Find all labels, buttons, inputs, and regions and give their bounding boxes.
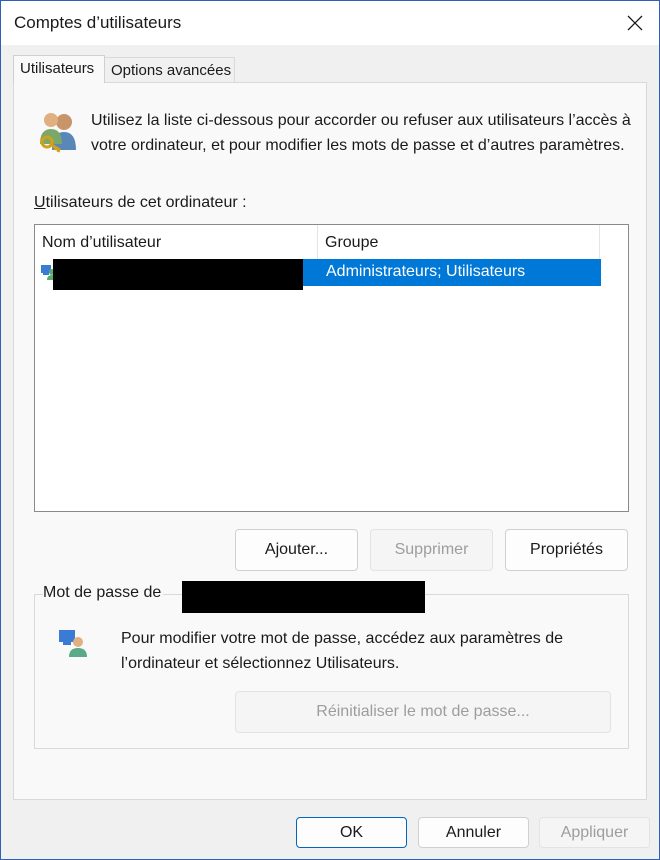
remove-user-button[interactable]: Supprimer	[370, 529, 493, 571]
apply-button-label: Appliquer	[560, 823, 629, 841]
add-user-button-label: Ajouter...	[264, 541, 329, 558]
username-redacted	[53, 259, 303, 290]
users-keys-icon	[40, 113, 76, 153]
users-listview[interactable]: Nom d’utilisateur Groupe Administrateurs…	[34, 224, 629, 512]
password-username-redacted	[182, 581, 425, 613]
ok-button-label: OK	[339, 823, 364, 841]
column-header-group-label: Groupe	[325, 234, 379, 251]
column-header-username-label: Nom d’utilisateur	[42, 234, 162, 251]
cancel-button[interactable]: Annuler	[418, 817, 529, 848]
tab-utilisateurs-label: Utilisateurs	[20, 60, 95, 77]
row-group-text: Administrateurs; Utilisateurs	[326, 263, 526, 280]
column-header-group[interactable]: Groupe	[318, 225, 600, 259]
title-bar: Comptes d’utilisateurs	[1, 1, 659, 45]
tab-options-avancees[interactable]: Options avancées	[104, 57, 235, 83]
remove-user-button-label: Supprimer	[394, 541, 469, 558]
column-header-username[interactable]: Nom d’utilisateur	[35, 225, 318, 259]
properties-button-label: Propriétés	[530, 541, 603, 558]
add-user-button[interactable]: Ajouter...	[235, 529, 358, 571]
users-list-label: Utilisateurs de cet ordinateur :	[34, 194, 247, 211]
tab-options-avancees-label: Options avancées	[111, 62, 232, 79]
password-info-text: Pour modifier votre mot de passe, accéde…	[121, 630, 563, 672]
user-password-icon	[59, 630, 87, 657]
row-group-cell: Administrateurs; Utilisateurs	[303, 259, 601, 286]
password-groupbox-label: Mot de passe de	[43, 584, 164, 602]
window-title: Comptes d’utilisateurs	[14, 13, 182, 32]
intro-text: Utilisez la liste ci-dessous pour accord…	[91, 112, 631, 154]
close-button[interactable]	[621, 9, 649, 37]
apply-button[interactable]: Appliquer	[539, 817, 650, 848]
properties-button[interactable]: Propriétés	[505, 529, 628, 571]
reset-password-button-label: Réinitialiser le mot de passe...	[316, 703, 530, 720]
reset-password-button[interactable]: Réinitialiser le mot de passe...	[235, 691, 611, 733]
table-row[interactable]: Administrateurs; Utilisateurs	[35, 259, 601, 290]
ok-button[interactable]: OK	[296, 817, 407, 848]
user-accounts-dialog: Comptes d’utilisateurs Utilisateurs Opti…	[0, 0, 660, 860]
close-icon	[627, 15, 643, 31]
cancel-button-label: Annuler	[445, 823, 502, 841]
tab-utilisateurs[interactable]: Utilisateurs	[13, 55, 105, 83]
